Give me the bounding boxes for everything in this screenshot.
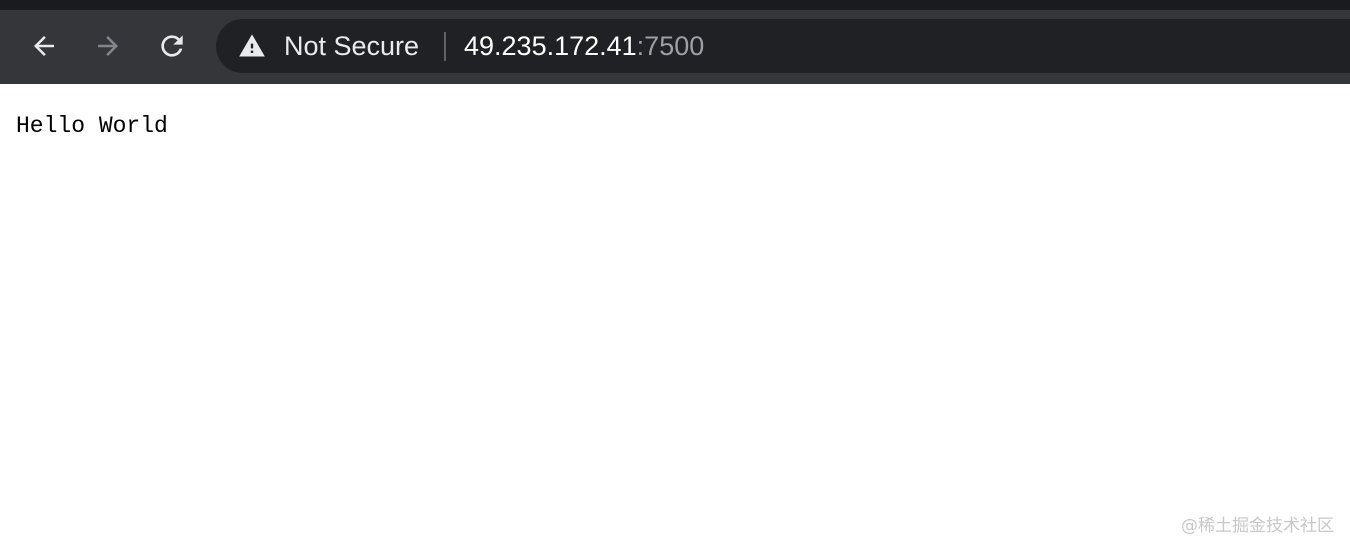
browser-toolbar: Not Secure 49.235.172.41:7500 (0, 10, 1350, 84)
arrow-left-icon (34, 36, 54, 56)
back-button[interactable] (20, 24, 68, 68)
reload-icon (161, 35, 183, 57)
arrow-right-icon (98, 36, 118, 56)
url-text[interactable]: 49.235.172.41:7500 (464, 29, 704, 63)
page-content: Hello World @稀土掘金技术社区 (0, 84, 1350, 552)
watermark: @稀土掘金技术社区 (1181, 516, 1334, 536)
omnibox-divider (444, 32, 446, 61)
reload-button[interactable] (148, 24, 196, 68)
page-body-text: Hello World (16, 113, 168, 139)
browser-tab-strip (0, 0, 1350, 10)
forward-button[interactable] (84, 24, 132, 68)
security-status-label[interactable]: Not Secure (284, 29, 419, 63)
address-bar[interactable]: Not Secure 49.235.172.41:7500 (216, 19, 1350, 73)
url-host: 49.235.172.41 (464, 31, 637, 61)
url-port: :7500 (636, 31, 705, 61)
warning-triangle-icon[interactable] (238, 32, 266, 60)
